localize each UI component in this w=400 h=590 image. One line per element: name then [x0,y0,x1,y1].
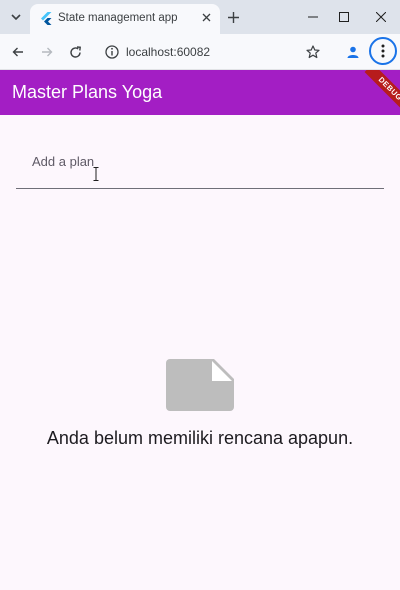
bookmark-button[interactable] [301,40,325,64]
more-vertical-icon [381,44,385,58]
minimize-icon [308,16,318,18]
app-body: Anda belum memiliki rencana apapun. [0,115,400,590]
add-plan-field [16,143,384,189]
text-cursor-icon [93,167,99,181]
star-icon [306,45,320,59]
maximize-icon [339,12,349,22]
close-icon [202,13,210,21]
browser-toolbar: localhost:60082 [0,34,400,70]
add-plan-input[interactable] [16,143,384,188]
new-tab-button[interactable] [223,7,243,27]
browser-menu-button[interactable] [369,37,397,65]
tab-search-button[interactable] [6,8,26,26]
forward-arrow-icon [42,47,53,57]
browser-tab[interactable]: State management app [30,4,220,34]
back-button[interactable] [6,40,30,64]
minimize-button[interactable] [296,0,330,34]
back-arrow-icon [12,47,23,57]
profile-button[interactable] [341,40,365,64]
reload-button[interactable] [63,40,87,64]
empty-state-message: Anda belum memiliki rencana apapun. [46,428,354,448]
chevron-down-icon [11,14,21,20]
plus-icon [227,11,239,23]
app-bar: Master Plans Yoga [0,70,400,115]
reload-icon [69,45,81,58]
flutter-logo-icon [41,12,52,25]
profile-icon [347,46,359,58]
url-text[interactable]: localhost:60082 [126,45,210,59]
maximize-button[interactable] [327,0,361,34]
close-window-button[interactable] [364,0,398,34]
address-bar[interactable]: localhost:60082 [96,39,332,65]
browser-tab-strip: State management app [0,0,400,34]
forward-button[interactable] [35,40,59,64]
tab-close-button[interactable] [198,9,214,25]
tab-title: State management app [58,12,178,24]
app-title: Master Plans Yoga [12,82,163,102]
close-window-icon [376,12,386,22]
info-icon[interactable] [104,44,120,60]
note-icon [166,359,234,411]
